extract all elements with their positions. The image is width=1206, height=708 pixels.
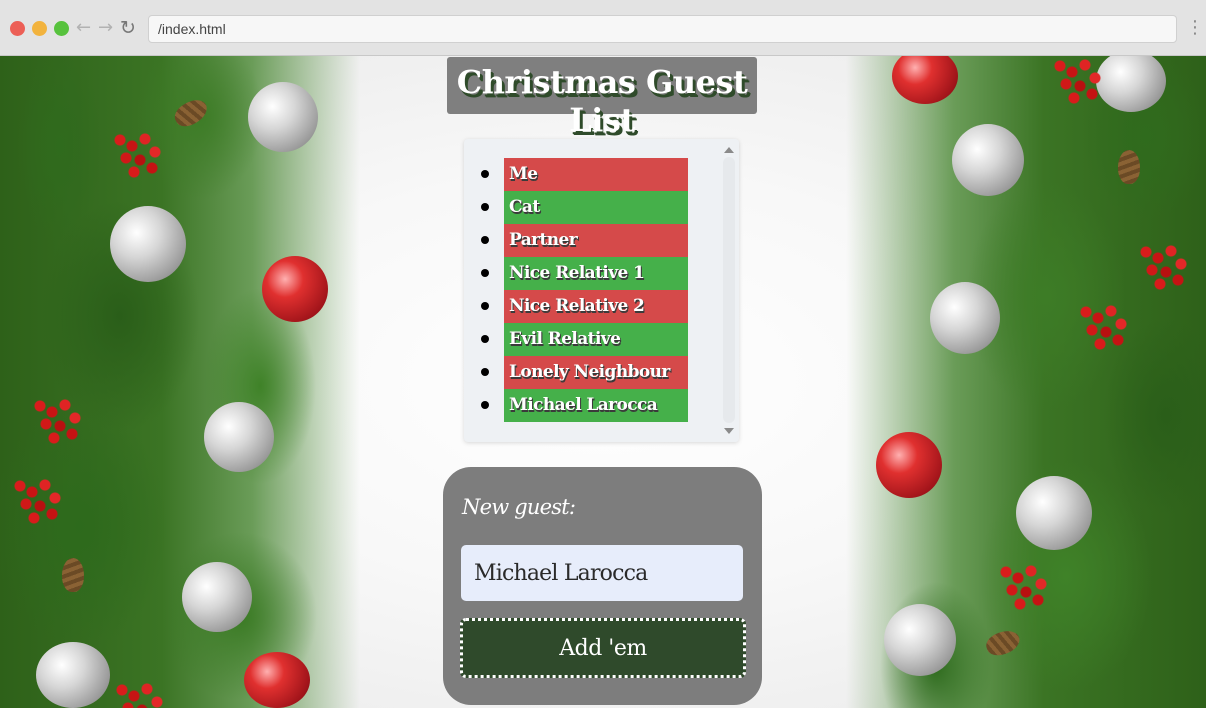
silver-ornament-icon — [930, 282, 1000, 354]
holly-berries-icon — [10, 476, 70, 526]
page-viewport: Christmas Guest List Me Cat Partner Nice Re… — [0, 56, 1206, 708]
browser-toolbar: ← → ↻ /index.html ⋮ — [0, 0, 1206, 56]
guest-name: Lonely Neighbour — [504, 356, 688, 389]
page-title-banner: Christmas Guest List — [447, 57, 757, 139]
pinecone-icon — [983, 626, 1023, 660]
red-ornament-icon — [892, 56, 958, 104]
guest-list-item: Partner — [481, 224, 688, 257]
silver-ornament-icon — [952, 124, 1024, 196]
silver-ornament-icon — [36, 642, 110, 708]
silver-ornament-icon — [248, 82, 318, 152]
guest-name: Nice Relative 1 — [504, 257, 688, 290]
holly-berries-icon — [996, 562, 1056, 612]
guest-list-item: Cat — [481, 191, 688, 224]
holly-berries-icon — [1136, 242, 1196, 292]
guest-name: Me — [504, 158, 688, 191]
add-guest-button[interactable]: Add 'em — [460, 618, 746, 678]
red-ornament-icon — [876, 432, 942, 498]
guest-list-item: Nice Relative 1 — [481, 257, 688, 290]
guest-name: Cat — [504, 191, 688, 224]
guest-list-item: Me — [481, 158, 688, 191]
bullet-icon — [481, 170, 489, 178]
holly-berries-icon — [110, 130, 170, 180]
bullet-icon — [481, 302, 489, 310]
guest-list-item: Michael Larocca — [481, 389, 688, 422]
silver-ornament-icon — [110, 206, 186, 282]
guest-list-item: Lonely Neighbour — [481, 356, 688, 389]
holly-berries-icon — [30, 396, 90, 446]
guest-list-container[interactable]: Me Cat Partner Nice Relative 1 Nice Relative… — [464, 139, 739, 442]
bullet-icon — [481, 401, 489, 409]
left-garland-decoration — [0, 56, 360, 708]
guest-list: Me Cat Partner Nice Relative 1 Nice Relative… — [481, 158, 688, 422]
guest-name: Nice Relative 2 — [504, 290, 688, 323]
browser-menu-icon[interactable]: ⋮ — [1186, 17, 1204, 39]
red-ornament-icon — [262, 256, 328, 322]
new-guest-form: New guest: Add 'em — [443, 467, 762, 705]
pinecone-icon — [170, 94, 212, 132]
bullet-icon — [481, 335, 489, 343]
guest-list-item: Evil Relative — [481, 323, 688, 356]
new-guest-input[interactable] — [461, 545, 743, 601]
holly-berries-icon — [1050, 56, 1110, 106]
back-arrow-icon[interactable]: ← — [76, 16, 91, 40]
guest-name: Evil Relative — [504, 323, 688, 356]
pinecone-icon — [1118, 150, 1140, 184]
new-guest-label: New guest: — [462, 495, 576, 519]
guest-list-scrollbar[interactable] — [719, 139, 739, 442]
bullet-icon — [481, 269, 489, 277]
bullet-icon — [481, 236, 489, 244]
silver-ornament-icon — [182, 562, 252, 632]
holly-berries-icon — [112, 680, 172, 708]
guest-name: Michael Larocca — [504, 389, 688, 422]
scroll-down-arrow-icon[interactable] — [724, 428, 734, 434]
maximize-window-button[interactable] — [54, 21, 69, 36]
bullet-icon — [481, 203, 489, 211]
scroll-up-arrow-icon[interactable] — [724, 147, 734, 153]
silver-ornament-icon — [884, 604, 956, 676]
guest-list-item: Nice Relative 2 — [481, 290, 688, 323]
minimize-window-button[interactable] — [32, 21, 47, 36]
pinecone-icon — [62, 558, 84, 592]
page-title: Christmas Guest List — [456, 63, 748, 139]
reload-icon[interactable]: ↻ — [120, 16, 136, 40]
scrollbar-thumb[interactable] — [723, 157, 735, 423]
right-garland-decoration — [846, 56, 1206, 708]
guest-name: Partner — [504, 224, 688, 257]
red-ornament-icon — [244, 652, 310, 708]
forward-arrow-icon[interactable]: → — [98, 16, 113, 40]
silver-ornament-icon — [204, 402, 274, 472]
close-window-button[interactable] — [10, 21, 25, 36]
address-bar[interactable]: /index.html — [148, 15, 1177, 43]
holly-berries-icon — [1076, 302, 1136, 352]
bullet-icon — [481, 368, 489, 376]
address-bar-url: /index.html — [158, 21, 226, 37]
silver-ornament-icon — [1016, 476, 1092, 550]
